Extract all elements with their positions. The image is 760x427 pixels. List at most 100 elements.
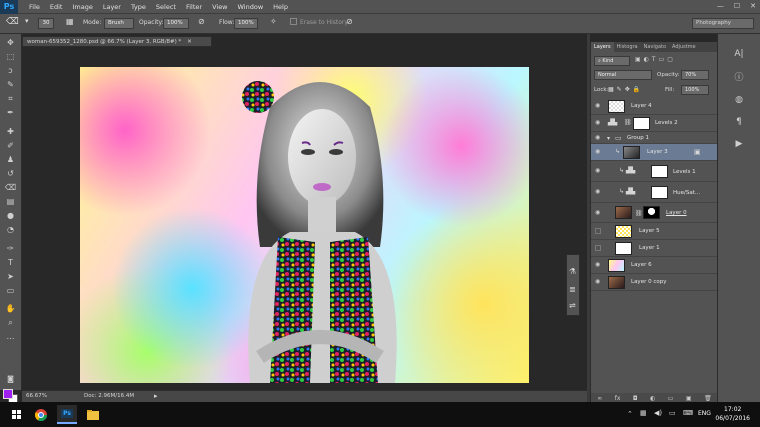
move-tool-icon[interactable]: ✥	[4, 38, 17, 48]
layer-name[interactable]: Hue/Sat...	[673, 190, 700, 196]
flow-input[interactable]: 100%	[234, 18, 258, 29]
photoshop-taskbar-icon[interactable]: Ps	[57, 405, 77, 424]
image-canvas[interactable]	[80, 67, 529, 383]
layer-name[interactable]: Layer 3	[647, 149, 668, 155]
menu-image[interactable]: Image	[67, 3, 97, 11]
foreground-color-swatch[interactable]	[3, 389, 13, 399]
volume-icon[interactable]: ◀)	[654, 409, 662, 417]
chrome-icon[interactable]	[31, 405, 51, 424]
fill-input[interactable]: 100%	[681, 85, 709, 95]
brush-panel-icon[interactable]: ▦	[66, 17, 74, 26]
tab-layers[interactable]: Layers	[591, 42, 614, 52]
file-explorer-icon[interactable]	[83, 405, 103, 424]
menu-filter[interactable]: Filter	[181, 3, 207, 11]
history-brush-tool-icon[interactable]: ↺	[4, 169, 17, 179]
character-panel-icon[interactable]: A|	[732, 48, 746, 60]
info-icon[interactable]: ⓘ	[732, 72, 746, 84]
blend-mode-select[interactable]: Normal	[594, 70, 652, 80]
document-tab[interactable]: woman-659352_1280.psd @ 66.7% (Layer 3, …	[22, 36, 212, 47]
tab-adjustments[interactable]: Adjustme	[669, 42, 699, 52]
new-group-icon[interactable]: ▭	[668, 395, 674, 402]
layer-group-row[interactable]: ◉ ▾ ▭ Group 1	[591, 132, 718, 144]
sliders-icon[interactable]: ⇌	[569, 301, 576, 310]
add-mask-icon[interactable]: ◘	[633, 395, 638, 402]
crop-tool-icon[interactable]: ⌗	[4, 94, 17, 104]
windows-start-icon[interactable]	[6, 405, 26, 424]
eye-icon[interactable]: ◉	[595, 189, 602, 195]
menu-edit[interactable]: Edit	[45, 3, 68, 11]
lasso-tool-icon[interactable]: ↄ	[4, 66, 17, 76]
opacity-input[interactable]: 100%	[163, 18, 189, 29]
menu-file[interactable]: File	[24, 3, 45, 11]
type-tool-icon[interactable]: T	[4, 258, 17, 268]
eyedropper-tool-icon[interactable]: ✒	[4, 108, 17, 118]
layer-row[interactable]: ◉ ↳ ▟▙ Levels 1	[591, 161, 718, 182]
network-icon[interactable]: ▦	[640, 409, 647, 417]
eraser-tool-icon[interactable]: ⌫	[4, 183, 17, 193]
close-icon[interactable]: ✕	[750, 2, 756, 10]
eye-icon[interactable]: ◉	[595, 168, 602, 174]
menu-layer[interactable]: Layer	[98, 3, 126, 11]
battery-icon[interactable]: ▭	[669, 409, 676, 417]
trash-icon[interactable]: 🗑	[704, 395, 712, 402]
erase-history-checkbox[interactable]	[290, 18, 297, 25]
quick-mask-icon[interactable]: ◙	[4, 374, 17, 384]
layer-row[interactable]: ◉ ↳ ▟▙ Hue/Sat...	[591, 182, 718, 203]
layer-row[interactable]: ◉ ▟▙ ⛓ Levels 2	[591, 115, 718, 132]
path-select-tool-icon[interactable]: ➤	[4, 272, 17, 282]
tab-navigator[interactable]: Navigato	[641, 42, 669, 52]
shape-tool-icon[interactable]: ▭	[4, 286, 17, 296]
layer-name[interactable]: Layer 6	[631, 262, 652, 268]
layer-name[interactable]: Layer 0	[666, 210, 687, 216]
visibility-toggle[interactable]	[595, 228, 601, 234]
layer-name[interactable]: Levels 2	[655, 120, 678, 126]
menu-type[interactable]: Type	[126, 3, 151, 11]
layer-name[interactable]: Layer 1	[639, 245, 660, 251]
brush-tool-icon[interactable]: ✐	[4, 141, 17, 151]
quick-select-tool-icon[interactable]: ✎	[4, 80, 17, 90]
layer-row[interactable]: Layer 1	[591, 240, 718, 257]
layer-opacity-input[interactable]: 70%	[681, 70, 709, 80]
layer-name[interactable]: Group 1	[627, 135, 649, 141]
layer-name[interactable]: Layer 0 copy	[631, 279, 666, 285]
dodge-tool-icon[interactable]: ◔	[4, 225, 17, 235]
marquee-tool-icon[interactable]: ⬚	[4, 52, 17, 62]
eye-icon[interactable]: ◉	[595, 120, 602, 126]
mode-select[interactable]: Brush	[104, 18, 134, 29]
gradient-tool-icon[interactable]: ▤	[4, 197, 17, 207]
blur-tool-icon[interactable]: ●	[4, 211, 17, 221]
layer-name[interactable]: Layer 4	[631, 103, 652, 109]
layer-row[interactable]: Layer 5	[591, 223, 718, 240]
healing-tool-icon[interactable]: ✚	[4, 127, 17, 137]
eye-icon[interactable]: ◉	[595, 135, 602, 141]
zoom-level[interactable]: 66.67%	[26, 393, 47, 399]
eraser-tool-icon[interactable]: ⌫	[6, 17, 19, 27]
layer-row-selected[interactable]: ◉ ↳ Layer 3 ▣	[591, 144, 718, 161]
eye-icon[interactable]: ◉	[595, 279, 602, 285]
new-adjustment-icon[interactable]: ◐	[650, 395, 655, 402]
layer-row[interactable]: ◉ Layer 0 copy	[591, 274, 718, 291]
menu-select[interactable]: Select	[151, 3, 181, 11]
workspace-select[interactable]: Photography	[692, 18, 754, 29]
brush-size-picker[interactable]: 30	[38, 18, 54, 29]
lock-icons[interactable]: ▦✎✥🔒	[608, 86, 643, 93]
eye-icon[interactable]: ◉	[595, 262, 602, 268]
pen-tool-icon[interactable]: ✑	[4, 244, 17, 254]
tab-histogram[interactable]: Histogra	[614, 42, 641, 52]
minimize-icon[interactable]: —	[717, 2, 724, 10]
layer-filter-icons[interactable]: ▣◐T▭▢	[635, 56, 676, 63]
eye-icon[interactable]: ◉	[595, 149, 602, 155]
eye-icon[interactable]: ◉	[595, 103, 602, 109]
close-tab-icon[interactable]: ✕	[187, 39, 192, 45]
clock[interactable]: 17:02 06/07/2016	[715, 405, 750, 423]
maximize-icon[interactable]: ☐	[734, 2, 740, 10]
airbrush-icon[interactable]: ✧	[270, 17, 277, 26]
new-layer-icon[interactable]: ▣	[686, 395, 692, 402]
layer-row[interactable]: ◉ ⛓ Layer 0	[591, 203, 718, 223]
layer-style-icon[interactable]: fx	[615, 395, 621, 402]
properties-icon[interactable]: ⚗	[569, 267, 576, 276]
chevron-right-icon[interactable]: ▸	[154, 392, 158, 400]
color-panel-icon[interactable]: ◍	[732, 94, 746, 106]
layer-name[interactable]: Levels 1	[673, 169, 696, 175]
language-indicator[interactable]: ENG	[698, 410, 711, 417]
